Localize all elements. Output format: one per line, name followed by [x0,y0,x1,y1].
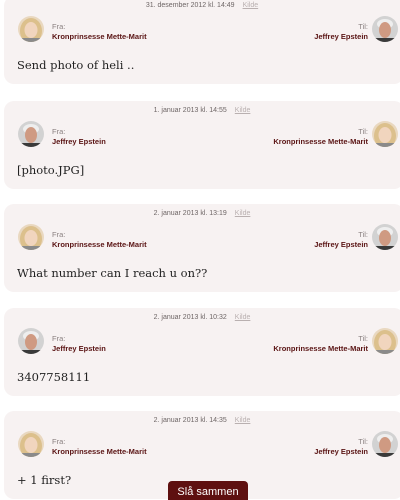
recipient-name[interactable]: Jeffrey Epstein [314,447,368,457]
message-text: What number can I reach u on?? [17,266,208,280]
recipient-name[interactable]: Kronprinsesse Mette-Marit [273,137,368,147]
message-card: 2. januar 2013 kl. 10:32 Kilde Fra: Jeffr… [4,308,400,396]
message-text: + 1 first? [17,473,72,487]
timestamp: 2. januar 2013 kl. 14:35 [153,417,227,424]
recipient-info: Til: Kronprinsesse Mette-Marit [273,127,368,147]
message-meta: 1. januar 2013 kl. 14:55 Kilde [4,107,400,114]
sender-avatar [18,16,44,42]
to-label: Til: [358,22,368,31]
recipient-info: Til: Jeffrey Epstein [314,22,368,42]
message-meta: 2. januar 2013 kl. 14:35 Kilde [4,417,400,424]
sender-name[interactable]: Kronprinsesse Mette-Marit [52,240,147,250]
from-label: Fra: [52,437,66,446]
message-card: 31. desember 2012 kl. 14:49 Kilde Fra: Kr… [4,0,400,84]
timestamp: 1. januar 2013 kl. 14:55 [153,107,227,114]
message-meta: 31. desember 2012 kl. 14:49 Kilde [4,2,400,9]
from-label: Fra: [52,230,66,239]
source-link[interactable]: Kilde [235,314,251,321]
sender-name[interactable]: Kronprinsesse Mette-Marit [52,447,147,457]
from-label: Fra: [52,22,66,31]
sender-avatar [18,431,44,457]
from-label: Fra: [52,127,66,136]
recipient-avatar [372,224,398,250]
to-label: Til: [358,437,368,446]
recipient-info: Til: Jeffrey Epstein [314,437,368,457]
sender-info: Fra: Kronprinsesse Mette-Marit [52,437,147,457]
to-label: Til: [358,334,368,343]
recipient-name[interactable]: Jeffrey Epstein [314,240,368,250]
sender-avatar [18,121,44,147]
source-link[interactable]: Kilde [243,2,259,9]
sender-name[interactable]: Jeffrey Epstein [52,137,106,147]
sender-name[interactable]: Jeffrey Epstein [52,344,106,354]
recipient-name[interactable]: Kronprinsesse Mette-Marit [273,344,368,354]
message-text: [photo.JPG] [17,163,85,177]
sender-avatar [18,224,44,250]
message-feed: 31. desember 2012 kl. 14:49 Kilde Fra: Kr… [0,0,400,500]
message-text: 3407758111 [17,370,91,384]
recipient-avatar [372,431,398,457]
message-card: 2. januar 2013 kl. 13:19 Kilde Fra: Kronp… [4,204,400,292]
recipient-avatar [372,328,398,354]
message-meta: 2. januar 2013 kl. 13:19 Kilde [4,210,400,217]
recipient-avatar [372,16,398,42]
timestamp: 2. januar 2013 kl. 13:19 [153,210,227,217]
recipient-avatar [372,121,398,147]
to-label: Til: [358,230,368,239]
sender-info: Fra: Jeffrey Epstein [52,334,106,354]
message-text: Send photo of heli .. [17,58,135,72]
source-link[interactable]: Kilde [235,210,251,217]
to-label: Til: [358,127,368,136]
source-link[interactable]: Kilde [235,107,251,114]
merge-button[interactable]: Slå sammen [168,481,248,500]
sender-avatar [18,328,44,354]
message-card: 1. januar 2013 kl. 14:55 Kilde Fra: Jeffr… [4,101,400,189]
message-meta: 2. januar 2013 kl. 10:32 Kilde [4,314,400,321]
sender-name[interactable]: Kronprinsesse Mette-Marit [52,32,147,42]
sender-info: Fra: Kronprinsesse Mette-Marit [52,230,147,250]
sender-info: Fra: Kronprinsesse Mette-Marit [52,22,147,42]
recipient-name[interactable]: Jeffrey Epstein [314,32,368,42]
source-link[interactable]: Kilde [235,417,251,424]
from-label: Fra: [52,334,66,343]
timestamp: 31. desember 2012 kl. 14:49 [145,2,235,9]
timestamp: 2. januar 2013 kl. 10:32 [153,314,227,321]
recipient-info: Til: Jeffrey Epstein [314,230,368,250]
sender-info: Fra: Jeffrey Epstein [52,127,106,147]
recipient-info: Til: Kronprinsesse Mette-Marit [273,334,368,354]
